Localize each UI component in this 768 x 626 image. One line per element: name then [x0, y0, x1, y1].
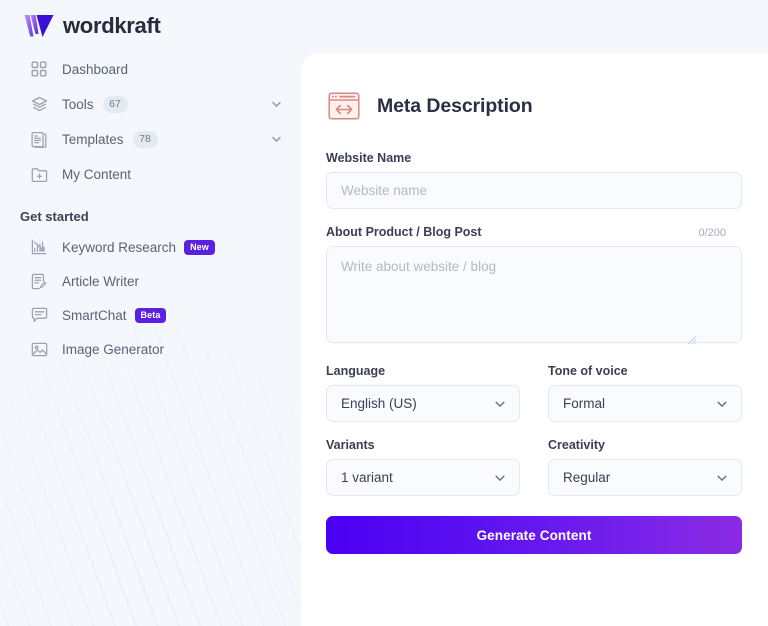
language-label-row: Language: [326, 364, 520, 378]
beta-badge: Beta: [134, 307, 167, 323]
language-field: Language English (US): [326, 364, 520, 422]
panel-header: Meta Description: [326, 89, 726, 123]
language-select[interactable]: English (US): [326, 385, 520, 422]
sidebar-item-label: Dashboard: [62, 61, 129, 77]
browser-code-icon: [328, 92, 360, 120]
variants-select-shell: 1 variant: [326, 459, 520, 496]
language-tone-row: Language English (US) Tone of voice Form…: [326, 364, 742, 422]
language-select-shell: English (US): [326, 385, 520, 422]
about-label: About Product / Blog Post: [326, 225, 482, 239]
sidebar-section-title: Get started: [20, 209, 89, 224]
app-root: wordkraft Dashboard Tools 67 Templates 7…: [0, 0, 768, 626]
website-name-input[interactable]: [326, 172, 742, 209]
creativity-select[interactable]: Regular: [548, 459, 742, 496]
chat-bubble-icon: [30, 306, 48, 324]
wordkraft-w-logo-icon: [24, 15, 54, 37]
website-name-label: Website Name: [326, 151, 412, 165]
folder-add-icon: [30, 165, 48, 183]
tone-select[interactable]: Formal: [548, 385, 742, 422]
tone-label-row: Tone of voice: [548, 364, 742, 378]
sidebar-item-tools[interactable]: Tools 67: [0, 87, 301, 121]
about-textarea[interactable]: [326, 246, 742, 343]
website-name-label-row: Website Name: [326, 151, 726, 165]
brand-logo[interactable]: wordkraft: [24, 9, 161, 43]
chevron-down-icon[interactable]: [270, 98, 283, 111]
meta-description-panel: Meta Description Website Name About Prod…: [301, 53, 768, 626]
bar-chart-decline-icon: [30, 238, 48, 256]
about-character-counter: 0/200: [698, 227, 726, 239]
sidebar-item-label: SmartChat: [62, 307, 127, 323]
creativity-select-shell: Regular: [548, 459, 742, 496]
grid-icon: [30, 60, 48, 78]
generate-content-button[interactable]: Generate Content: [326, 516, 742, 554]
sidebar-item-templates[interactable]: Templates 78: [0, 122, 301, 156]
layers-icon: [30, 95, 48, 113]
sidebar-item-image-generator[interactable]: Image Generator: [0, 332, 301, 366]
sidebar-item-my-content[interactable]: My Content: [0, 157, 301, 191]
creativity-label: Creativity: [548, 438, 605, 452]
variants-field: Variants 1 variant: [326, 438, 520, 496]
sidebar-item-smartchat[interactable]: SmartChat Beta: [0, 298, 301, 332]
brand-name: wordkraft: [63, 13, 161, 38]
document-pencil-icon: [30, 272, 48, 290]
about-label-row: About Product / Blog Post 0/200: [326, 225, 726, 239]
sidebar-item-article-writer[interactable]: Article Writer: [0, 264, 301, 298]
variants-select[interactable]: 1 variant: [326, 459, 520, 496]
new-badge: New: [184, 239, 215, 255]
sidebar-item-keyword-research[interactable]: Keyword Research New: [0, 230, 301, 264]
about-field: About Product / Blog Post 0/200: [326, 225, 742, 348]
language-label: Language: [326, 364, 386, 378]
variants-creativity-row: Variants 1 variant Creativity Regular: [326, 438, 742, 496]
page-title: Meta Description: [377, 94, 533, 117]
tools-count-badge: 67: [102, 95, 128, 113]
tone-label: Tone of voice: [548, 364, 628, 378]
variants-label: Variants: [326, 438, 375, 452]
sidebar-item-label: Tools: [62, 96, 94, 112]
creativity-label-row: Creativity: [548, 438, 742, 452]
sidebar-item-label: Article Writer: [62, 273, 140, 289]
tone-select-shell: Formal: [548, 385, 742, 422]
tone-field: Tone of voice Formal: [548, 364, 742, 422]
sidebar-item-label: Keyword Research: [62, 239, 177, 255]
about-textarea-wrapper: [326, 246, 742, 348]
website-name-field: Website Name: [326, 151, 742, 209]
image-icon: [30, 340, 48, 358]
sidebar: Dashboard Tools 67 Templates 78 My Conte…: [0, 52, 301, 626]
sidebar-item-label: Templates: [62, 131, 124, 147]
document-list-icon: [30, 130, 48, 148]
sidebar-item-label: My Content: [62, 166, 132, 182]
variants-label-row: Variants: [326, 438, 520, 452]
templates-count-badge: 78: [132, 130, 158, 148]
sidebar-item-dashboard[interactable]: Dashboard: [0, 52, 301, 86]
sidebar-item-label: Image Generator: [62, 341, 165, 357]
creativity-field: Creativity Regular: [548, 438, 742, 496]
chevron-down-icon[interactable]: [270, 133, 283, 146]
